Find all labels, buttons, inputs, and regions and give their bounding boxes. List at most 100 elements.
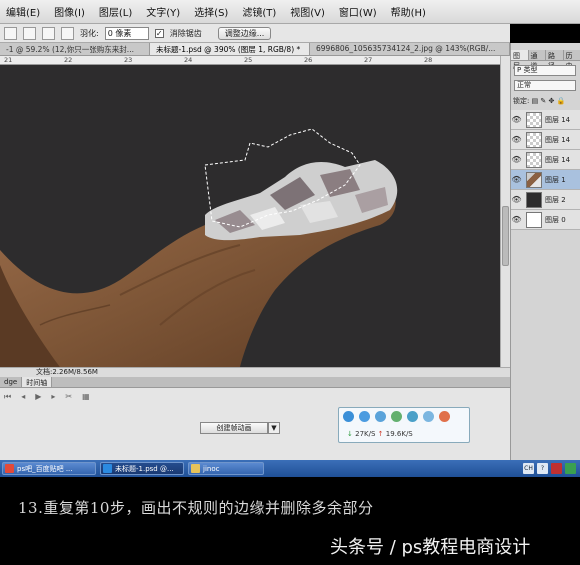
options-bar: 羽化: 0 像素 ✓ 消除锯齿 调整边缘... — [0, 24, 510, 43]
taskbar-label: 未标题-1.psd @... — [115, 464, 174, 473]
tray-app-icon[interactable] — [551, 463, 562, 474]
speed-icon[interactable] — [343, 411, 354, 422]
menu-view[interactable]: 视图(V) — [290, 4, 325, 19]
play-icon[interactable]: ▶ — [35, 392, 41, 402]
tool-icon[interactable] — [423, 411, 434, 422]
layer-thumbnail — [526, 211, 542, 228]
feather-input[interactable]: 0 像素 — [104, 26, 149, 40]
next-frame-icon[interactable]: ▸ — [51, 392, 55, 402]
layer-row[interactable]: 👁 图层 14 — [511, 130, 580, 150]
layer-name: 图层 1 — [545, 175, 566, 184]
download-icon[interactable] — [391, 411, 402, 422]
download-speed: 27K/S — [355, 430, 376, 438]
layer-row[interactable]: 👁 图层 14 — [511, 150, 580, 170]
speed-readout: ↓ 27K/S ↑ 19.6K/S — [347, 430, 413, 438]
taskbar-item-browser[interactable]: ps吧_百度贴吧 ... — [2, 462, 96, 475]
layer-name: 图层 14 — [545, 115, 571, 124]
layer-name: 图层 2 — [545, 195, 566, 204]
lock-row: 锁定: ▤ ✎ ✥ 🔒 — [513, 96, 565, 106]
layer-row-selected[interactable]: 👁 图层 1 — [511, 170, 580, 190]
upload-speed: 19.6K/S — [385, 430, 413, 438]
eye-icon[interactable]: 👁 — [511, 135, 522, 144]
taskbar-label: ps吧_百度贴吧 ... — [17, 464, 73, 473]
lock-icon[interactable] — [407, 411, 418, 422]
tab-doc-3[interactable]: 6996806_105635734124_2.jpg @ 143%(RGB/..… — [310, 43, 510, 55]
layer-row[interactable]: 👁 图层 2 — [511, 190, 580, 210]
user-icon[interactable] — [359, 411, 370, 422]
tab-channels[interactable]: 通道 — [529, 50, 546, 70]
taskbar-item-photoshop[interactable]: 未标题-1.psd @... — [100, 462, 184, 475]
search-icon[interactable] — [375, 411, 386, 422]
up-arrow-icon: ↑ — [377, 430, 384, 438]
tab-layers[interactable]: 图层 — [511, 50, 529, 70]
eye-icon[interactable]: 👁 — [511, 215, 522, 224]
tutorial-caption: 13.重复第10步，画出不规则的边缘并删除多余部分 头条号 / ps教程电商设计 — [0, 477, 580, 565]
timeline-controls: ⏮ ◂ ▶ ▸ ✂ ▦ — [0, 392, 90, 402]
menu-help[interactable]: 帮助(H) — [391, 4, 426, 19]
status-bar: 文档:2.26M/8.56M — [0, 367, 510, 377]
transition-icon[interactable]: ▦ — [82, 392, 90, 402]
ruler-tick: 23 — [124, 56, 133, 64]
system-tray: CH ? — [523, 460, 580, 477]
scroll-thumb[interactable] — [502, 206, 509, 266]
ruler-tick: 26 — [304, 56, 313, 64]
subtract-selection-icon[interactable] — [42, 26, 55, 40]
blend-mode-select[interactable]: 正常 — [514, 80, 576, 91]
ruler-tick: 24 — [184, 56, 193, 64]
prev-frame-icon[interactable]: ◂ — [21, 392, 25, 402]
network-speed-widget: ↓ 27K/S ↑ 19.6K/S — [338, 407, 470, 443]
document-canvas[interactable] — [0, 65, 500, 367]
menu-edit[interactable]: 编辑(E) — [6, 4, 40, 19]
layer-name: 图层 14 — [545, 155, 571, 164]
eye-icon[interactable]: 👁 — [511, 115, 522, 124]
layer-row[interactable]: 👁 图层 14 — [511, 110, 580, 130]
tab-doc-1[interactable]: -1 @ 59.2% (12,你只一张购东来封... — [0, 43, 150, 55]
layer-thumbnail — [526, 151, 542, 168]
antialias-checkbox[interactable]: ✓ — [154, 28, 164, 38]
intersect-selection-icon[interactable] — [61, 26, 74, 40]
eye-icon[interactable]: 👁 — [511, 175, 522, 184]
menu-filter[interactable]: 滤镜(T) — [242, 4, 276, 19]
layers-panel: 图层 通道 路径 历史 P 类型 正常 锁定: ▤ ✎ ✥ 🔒 👁 图层 14 … — [510, 43, 580, 460]
create-animation-button[interactable]: 创建帧动画 — [200, 422, 268, 434]
layer-thumbnail — [526, 111, 542, 128]
ruler-tick: 22 — [64, 56, 73, 64]
tab-bridge[interactable]: dge — [0, 377, 23, 387]
antialias-label: 消除锯齿 — [169, 28, 202, 38]
menu-layer[interactable]: 图层(L) — [99, 4, 132, 19]
eye-icon[interactable]: 👁 — [511, 155, 522, 164]
vertical-scrollbar[interactable] — [500, 56, 510, 367]
menu-image[interactable]: 图像(I) — [54, 4, 85, 19]
help-icon[interactable]: ? — [537, 463, 548, 474]
layer-row[interactable]: 👁 图层 0 — [511, 210, 580, 230]
eye-icon[interactable]: 👁 — [511, 195, 522, 204]
taskbar: ps吧_百度贴吧 ... 未标题-1.psd @... jinoc CH ? — [0, 460, 580, 477]
tab-timeline[interactable]: 时间轴 — [22, 377, 53, 387]
menu-type[interactable]: 文字(Y) — [146, 4, 180, 19]
first-frame-icon[interactable]: ⏮ — [4, 392, 11, 402]
lock-icon[interactable]: ▤ ✎ ✥ 🔒 — [532, 97, 566, 105]
add-selection-icon[interactable] — [23, 26, 36, 40]
layer-name: 图层 0 — [545, 215, 566, 224]
new-selection-icon[interactable] — [4, 26, 17, 40]
menu-select[interactable]: 选择(S) — [194, 4, 228, 19]
refine-edge-button[interactable]: 调整边缘... — [217, 26, 272, 40]
menu-window[interactable]: 窗口(W) — [339, 4, 377, 19]
horizontal-ruler: 21 22 23 24 25 26 27 28 — [0, 56, 500, 65]
watermark: 头条号 / ps教程电商设计 — [330, 537, 531, 558]
taskbar-label: jinoc — [203, 464, 220, 473]
tab-history[interactable]: 历史 — [564, 50, 580, 70]
ruler-tick: 28 — [424, 56, 433, 64]
layer-filter-select[interactable]: P 类型 — [514, 65, 576, 76]
input-method-icon[interactable]: CH — [523, 463, 534, 474]
location-icon[interactable] — [439, 411, 450, 422]
scissors-icon[interactable]: ✂ — [65, 392, 72, 402]
chevron-down-icon[interactable]: ▼ — [268, 422, 280, 434]
tray-app-icon[interactable] — [565, 463, 576, 474]
tab-doc-2[interactable]: 未标题-1.psd @ 390% (图层 1, RGB/8) * — [150, 43, 310, 55]
photoshop-icon — [103, 464, 112, 473]
taskbar-item-folder[interactable]: jinoc — [188, 462, 264, 475]
document-tabs: -1 @ 59.2% (12,你只一张购东来封... 未标题-1.psd @ 3… — [0, 43, 510, 56]
layer-thumbnail — [526, 131, 542, 148]
tab-paths[interactable]: 路径 — [546, 50, 564, 70]
